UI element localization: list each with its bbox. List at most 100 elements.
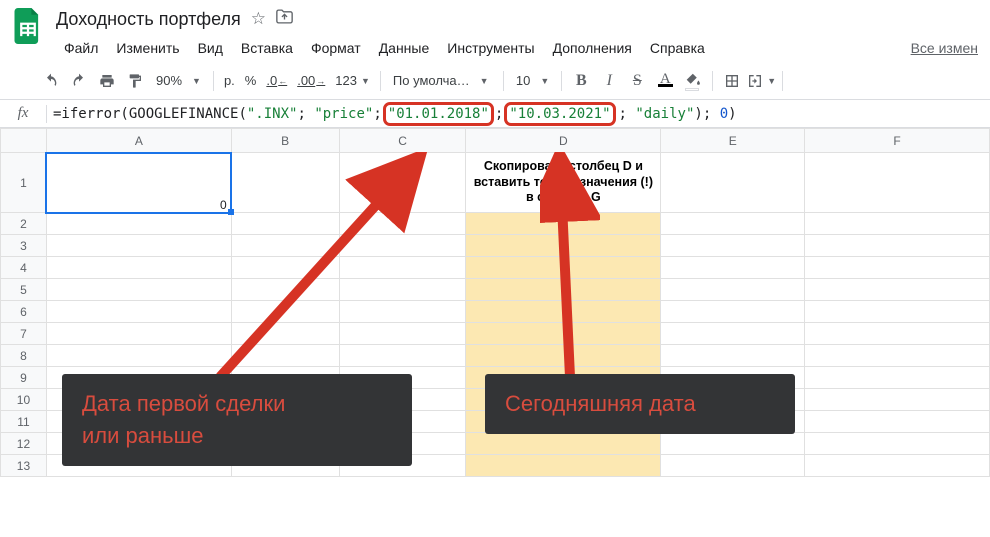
- borders-button[interactable]: [719, 68, 745, 94]
- cell-C2[interactable]: [339, 213, 466, 235]
- doc-title[interactable]: Доходность портфеля: [56, 9, 241, 30]
- cell-E6[interactable]: [661, 301, 805, 323]
- cell-B1[interactable]: [231, 153, 339, 213]
- paint-format-button[interactable]: [122, 68, 148, 94]
- cell-A1[interactable]: 0: [46, 153, 231, 213]
- cell-E12[interactable]: [661, 433, 805, 455]
- fill-color-button[interactable]: [680, 68, 706, 94]
- row-header-2[interactable]: 2: [1, 213, 47, 235]
- cell-F4[interactable]: [805, 257, 990, 279]
- menu-format[interactable]: Формат: [303, 37, 369, 59]
- col-header-F[interactable]: F: [805, 129, 990, 153]
- bold-button[interactable]: B: [568, 68, 594, 94]
- row-header-9[interactable]: 9: [1, 367, 47, 389]
- move-to-drive-icon[interactable]: [276, 9, 293, 29]
- strikethrough-button[interactable]: S: [624, 68, 650, 94]
- row-header-13[interactable]: 13: [1, 455, 47, 477]
- menu-tools[interactable]: Инструменты: [439, 37, 542, 59]
- cell-F12[interactable]: [805, 433, 990, 455]
- cell-F5[interactable]: [805, 279, 990, 301]
- cell-D2[interactable]: [466, 213, 661, 235]
- increase-decimal-button[interactable]: .00→: [293, 68, 329, 94]
- cell-C5[interactable]: [339, 279, 466, 301]
- cell-C8[interactable]: [339, 345, 466, 367]
- font-size-dropdown[interactable]: 10▼: [510, 68, 555, 94]
- cell-E7[interactable]: [661, 323, 805, 345]
- cell-E3[interactable]: [661, 235, 805, 257]
- cell-B6[interactable]: [231, 301, 339, 323]
- cell-F6[interactable]: [805, 301, 990, 323]
- cell-C4[interactable]: [339, 257, 466, 279]
- cell-F1[interactable]: [805, 153, 990, 213]
- cell-C3[interactable]: [339, 235, 466, 257]
- col-header-C[interactable]: C: [339, 129, 466, 153]
- cell-D8[interactable]: [466, 345, 661, 367]
- cell-E8[interactable]: [661, 345, 805, 367]
- text-color-button[interactable]: A: [652, 68, 678, 94]
- undo-button[interactable]: [38, 68, 64, 94]
- cell-C7[interactable]: [339, 323, 466, 345]
- cell-F2[interactable]: [805, 213, 990, 235]
- cell-F11[interactable]: [805, 411, 990, 433]
- italic-button[interactable]: I: [596, 68, 622, 94]
- row-header-11[interactable]: 11: [1, 411, 47, 433]
- cell-C6[interactable]: [339, 301, 466, 323]
- formula-input[interactable]: =iferror(GOOGLEFINANCE(".INX"; "price";"…: [47, 102, 990, 126]
- row-header-7[interactable]: 7: [1, 323, 47, 345]
- cell-D13[interactable]: [466, 455, 661, 477]
- cell-E1[interactable]: [661, 153, 805, 213]
- row-header-8[interactable]: 8: [1, 345, 47, 367]
- cell-D12[interactable]: [466, 433, 661, 455]
- cell-D7[interactable]: [466, 323, 661, 345]
- cell-B2[interactable]: [231, 213, 339, 235]
- cell-B7[interactable]: [231, 323, 339, 345]
- cell-F13[interactable]: [805, 455, 990, 477]
- merge-cells-button[interactable]: ▼: [747, 68, 776, 94]
- cell-E13[interactable]: [661, 455, 805, 477]
- cell-F7[interactable]: [805, 323, 990, 345]
- cell-A7[interactable]: [46, 323, 231, 345]
- cell-A3[interactable]: [46, 235, 231, 257]
- last-edit-link[interactable]: Все измен: [911, 40, 982, 56]
- font-family-dropdown[interactable]: По умолча…▼: [387, 68, 497, 94]
- sheets-logo[interactable]: [8, 6, 48, 46]
- col-header-B[interactable]: B: [231, 129, 339, 153]
- percent-format-button[interactable]: %: [241, 68, 261, 94]
- row-header-6[interactable]: 6: [1, 301, 47, 323]
- row-header-5[interactable]: 5: [1, 279, 47, 301]
- col-header-A[interactable]: A: [46, 129, 231, 153]
- menu-insert[interactable]: Вставка: [233, 37, 301, 59]
- cell-F10[interactable]: [805, 389, 990, 411]
- cell-A5[interactable]: [46, 279, 231, 301]
- zoom-dropdown[interactable]: 90%▼: [150, 68, 207, 94]
- cell-B8[interactable]: [231, 345, 339, 367]
- cell-A8[interactable]: [46, 345, 231, 367]
- cell-A6[interactable]: [46, 301, 231, 323]
- redo-button[interactable]: [66, 68, 92, 94]
- print-button[interactable]: [94, 68, 120, 94]
- cell-B4[interactable]: [231, 257, 339, 279]
- col-header-E[interactable]: E: [661, 129, 805, 153]
- row-header-10[interactable]: 10: [1, 389, 47, 411]
- menu-view[interactable]: Вид: [190, 37, 231, 59]
- cell-E2[interactable]: [661, 213, 805, 235]
- cell-F9[interactable]: [805, 367, 990, 389]
- menu-data[interactable]: Данные: [371, 37, 438, 59]
- menu-edit[interactable]: Изменить: [108, 37, 187, 59]
- col-header-D[interactable]: D: [466, 129, 661, 153]
- menu-help[interactable]: Справка: [642, 37, 713, 59]
- row-header-4[interactable]: 4: [1, 257, 47, 279]
- row-header-3[interactable]: 3: [1, 235, 47, 257]
- number-format-dropdown[interactable]: 123▼: [331, 68, 374, 94]
- cell-D3[interactable]: [466, 235, 661, 257]
- cell-E4[interactable]: [661, 257, 805, 279]
- select-all-corner[interactable]: [1, 129, 47, 153]
- cell-E5[interactable]: [661, 279, 805, 301]
- cell-A4[interactable]: [46, 257, 231, 279]
- cell-F3[interactable]: [805, 235, 990, 257]
- row-header-12[interactable]: 12: [1, 433, 47, 455]
- cell-D6[interactable]: [466, 301, 661, 323]
- cell-D4[interactable]: [466, 257, 661, 279]
- star-icon[interactable]: ☆: [251, 9, 266, 29]
- cell-F8[interactable]: [805, 345, 990, 367]
